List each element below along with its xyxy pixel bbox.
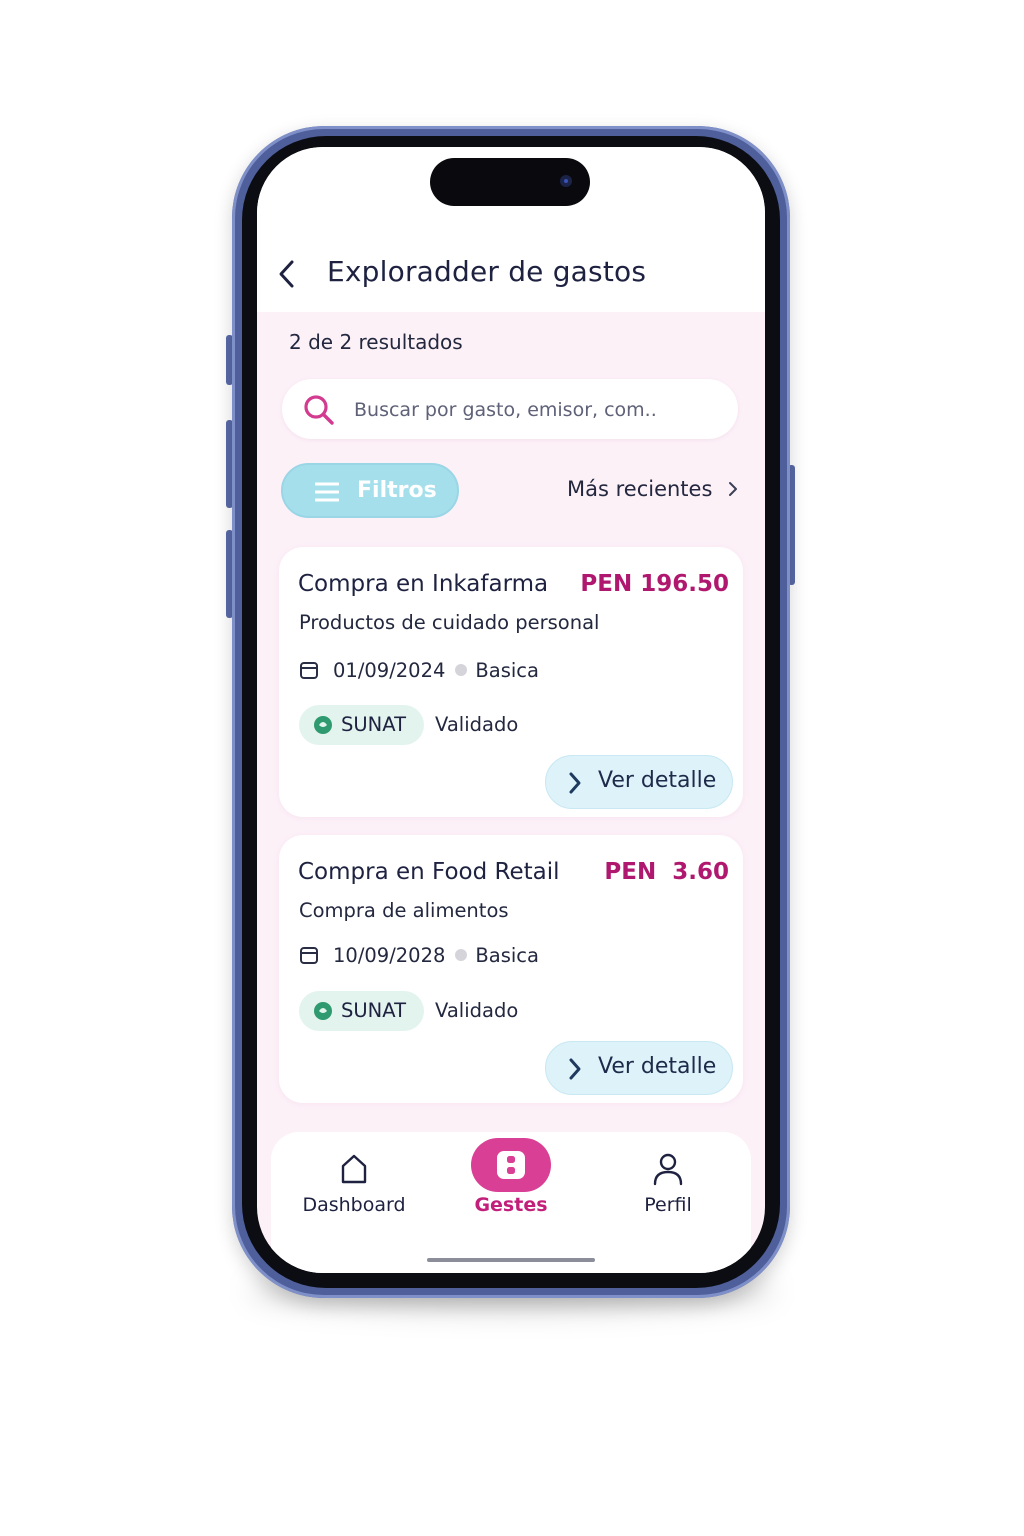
chevron-right-icon [569, 1058, 581, 1080]
view-detail-button[interactable]: Ver detalle [545, 755, 733, 809]
sort-label: Más recientes [567, 477, 713, 501]
expense-category: Basica [475, 944, 539, 967]
expense-meta: 10/09/2028 Basica [299, 944, 539, 974]
calendar-icon [300, 662, 318, 679]
chevron-left-icon [279, 260, 294, 288]
chevron-right-icon [569, 772, 581, 794]
dot-separator [455, 664, 468, 676]
expense-date: 10/09/2028 [333, 944, 446, 967]
view-detail-label: Ver detalle [598, 768, 717, 793]
expense-description: Productos de cuidado personal [299, 611, 600, 634]
nav-item-dashboard[interactable]: Dashboard [274, 1132, 434, 1232]
validation-status: Validado [435, 999, 519, 1022]
dynamic-island [430, 158, 590, 206]
filter-lines-icon [315, 482, 339, 502]
expense-card[interactable]: Compra en Inkafarma PEN 196.50 Productos… [279, 547, 743, 817]
sunat-badge: SUNAT [299, 705, 424, 745]
check-shield-icon [314, 1002, 332, 1020]
expense-meta: 01/09/2024 Basica [299, 659, 539, 689]
page-title: Exploradder de gastos [327, 255, 647, 288]
nav-item-gestes[interactable]: Gestes [431, 1132, 591, 1232]
sunat-badge: SUNAT [299, 991, 424, 1031]
active-indicator [471, 1138, 551, 1192]
sunat-label: SUNAT [341, 713, 406, 736]
nav-label-perfil: Perfil [644, 1194, 692, 1216]
validation-status: Validado [435, 713, 519, 736]
expense-category: Basica [475, 659, 539, 682]
expense-amount: PEN 196.50 [580, 571, 729, 597]
bottom-navigation: Dashboard Gestes Perfil [271, 1132, 751, 1273]
search-bar[interactable] [282, 379, 738, 439]
camera-icon [560, 175, 572, 187]
app-screen: Exploradder de gastos 2 de 2 resultados … [257, 147, 765, 1273]
view-detail-label: Ver detalle [598, 1054, 717, 1079]
chevron-right-icon [728, 482, 737, 496]
view-detail-button[interactable]: Ver detalle [545, 1041, 733, 1095]
check-shield-icon [314, 716, 332, 734]
back-button[interactable] [275, 257, 301, 291]
expenses-icon [497, 1151, 525, 1179]
home-icon [341, 1154, 367, 1184]
search-icon [304, 395, 334, 425]
nav-label-dashboard: Dashboard [302, 1194, 406, 1216]
expense-card[interactable]: Compra en Food Retail PEN 3.60 Compra de… [279, 835, 743, 1103]
search-input[interactable] [352, 389, 726, 431]
expense-amount: PEN 3.60 [604, 859, 729, 885]
sunat-label: SUNAT [341, 999, 406, 1022]
user-icon [653, 1153, 683, 1186]
expense-title: Compra en Inkafarma [298, 571, 549, 597]
expense-title: Compra en Food Retail [298, 859, 560, 885]
filters-label: Filtros [357, 478, 437, 503]
filters-button[interactable]: Filtros [281, 463, 459, 518]
calendar-icon [300, 947, 318, 964]
nav-label-gestes: Gestes [474, 1194, 548, 1216]
dot-separator [455, 949, 468, 961]
nav-item-perfil[interactable]: Perfil [588, 1132, 748, 1232]
sort-selector[interactable]: Más recientes [567, 477, 738, 507]
results-count: 2 de 2 resultados [289, 330, 463, 354]
expense-description: Compra de alimentos [299, 899, 509, 922]
home-indicator [427, 1258, 595, 1262]
expense-date: 01/09/2024 [333, 659, 446, 682]
